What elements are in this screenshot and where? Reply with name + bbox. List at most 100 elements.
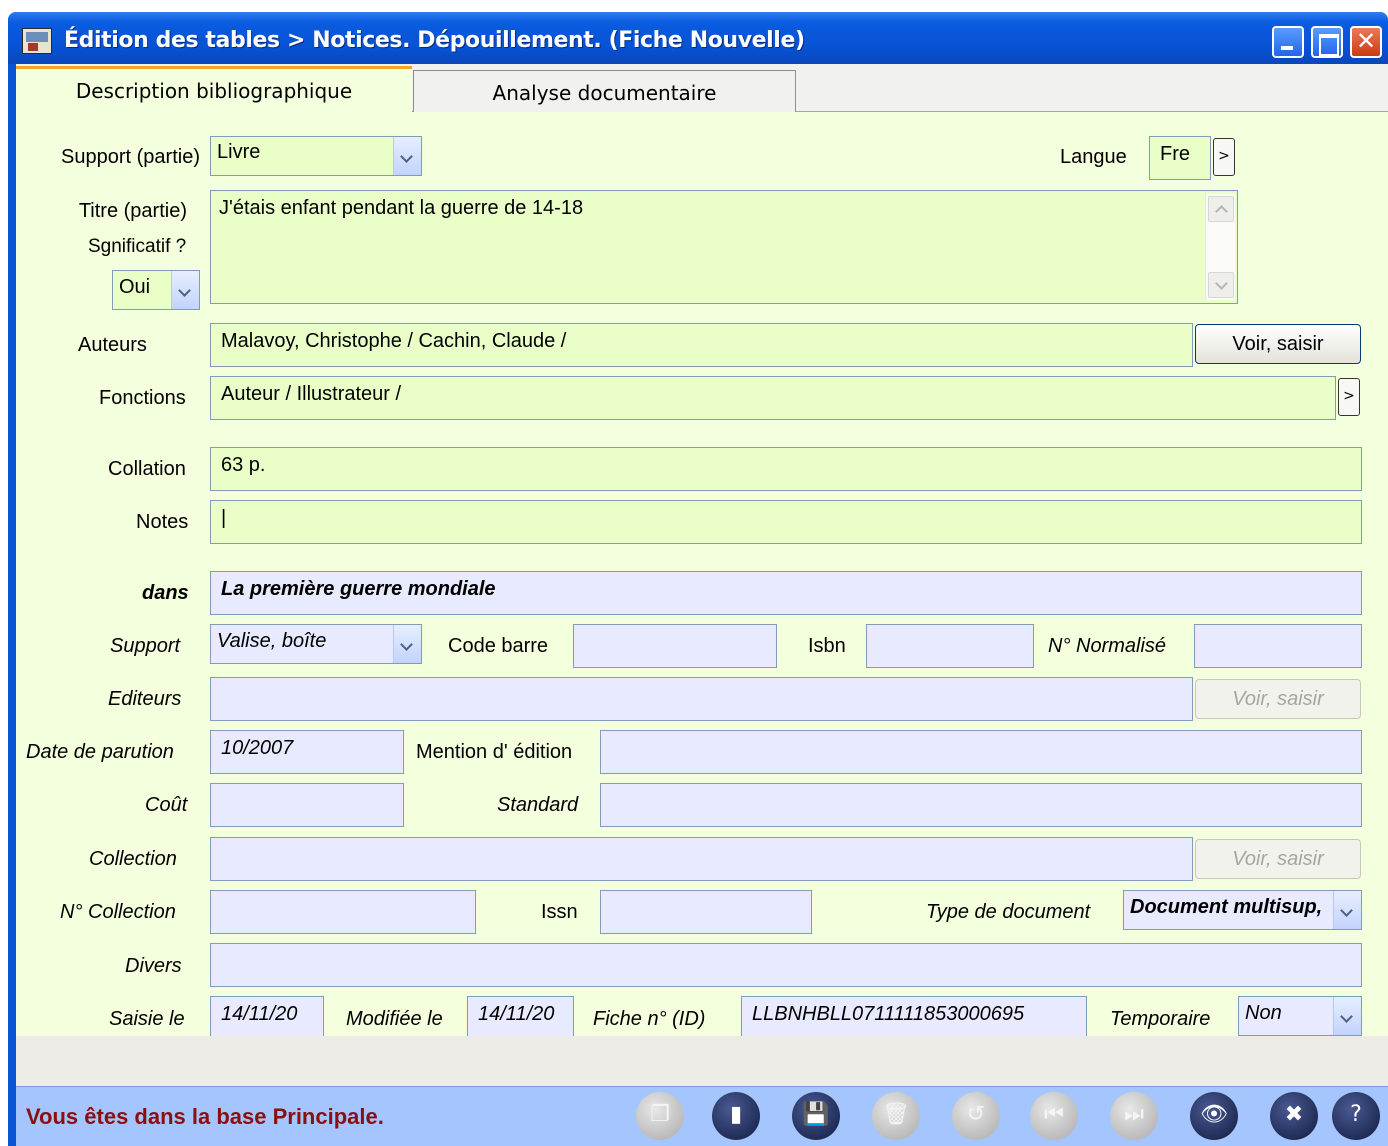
temporaire-label: Temporaire (1110, 1008, 1211, 1030)
fiche-id-label: Fiche n° (ID) (593, 1008, 706, 1030)
saisie-le-field[interactable]: 14/11/20 (210, 996, 324, 1040)
close-icon: ✕ (1355, 27, 1377, 55)
delete-button[interactable]: 🗑 (872, 1092, 920, 1140)
scroll-up-icon[interactable] (1208, 196, 1234, 222)
modifiee-le-field[interactable]: 14/11/20 (467, 996, 574, 1040)
tab-description-bibliographique[interactable]: Description bibliographique (16, 66, 412, 114)
collation-field[interactable]: 63 p. (210, 447, 1362, 491)
notes-field[interactable]: | (210, 500, 1362, 544)
divers-label: Divers (125, 955, 182, 977)
saisie-le-label: Saisie le (109, 1008, 185, 1030)
undo-icon: ↺ (966, 1102, 986, 1127)
spacer-strip (16, 1036, 1388, 1086)
close-button[interactable]: ✕ (1350, 26, 1382, 58)
fonctions-field[interactable]: Auteur / Illustrateur / (210, 376, 1336, 420)
first-record-icon: ⏮ (1044, 1102, 1064, 1127)
mention-edition-field[interactable] (600, 730, 1362, 774)
undo-button[interactable]: ↺ (952, 1092, 1000, 1140)
preview-icon: 👁 (1200, 1102, 1228, 1127)
support-select[interactable]: Valise, boîte (210, 624, 422, 664)
cancel-icon: ✖ (1284, 1102, 1304, 1127)
fonctions-picker-button[interactable]: > (1338, 378, 1360, 416)
support-partie-label: Support (partie) (61, 146, 200, 168)
first-record-button[interactable]: ⏮ (1030, 1092, 1078, 1140)
app-icon (22, 28, 52, 54)
date-parution-field[interactable]: 10/2007 (210, 730, 404, 774)
support-partie-value: Livre (217, 141, 261, 163)
dans-label: dans (142, 582, 189, 604)
code-barre-label: Code barre (448, 635, 549, 657)
editeurs-voir-saisir-button[interactable]: Voir, saisir (1195, 679, 1361, 719)
chevron-down-icon[interactable] (171, 271, 199, 309)
collation-label: Collation (108, 458, 186, 480)
langue-picker-button[interactable]: > (1213, 138, 1235, 176)
standard-field[interactable] (600, 783, 1362, 827)
new-record-button[interactable]: ▮ (712, 1092, 760, 1140)
fiche-id-field[interactable]: LLBNHBLL0711111853000695 (741, 996, 1087, 1040)
window-title: Édition des tables > Notices. Dépouillem… (64, 28, 805, 53)
chevron-down-icon[interactable] (393, 625, 421, 663)
isbn-field[interactable] (866, 624, 1034, 668)
type-document-label: Type de document (926, 901, 1091, 923)
help-icon: ? (1350, 1102, 1362, 1127)
notes-label: Notes (136, 511, 189, 533)
chevron-down-icon[interactable] (393, 137, 421, 175)
chevron-down-icon[interactable] (1333, 891, 1361, 929)
date-parution-label: Date de parution (26, 741, 174, 763)
tab-analyse-documentaire[interactable]: Analyse documentaire (413, 70, 796, 112)
copy-button[interactable]: ❐ (636, 1092, 684, 1140)
status-message: Vous êtes dans la base Principale. (26, 1104, 384, 1129)
significatif-value: Oui (119, 276, 151, 298)
issn-label: Issn (541, 901, 578, 923)
save-button[interactable]: 💾 (792, 1092, 840, 1140)
modifiee-le-label: Modifiée le (346, 1008, 443, 1030)
scroll-down-icon[interactable] (1208, 272, 1234, 298)
auteurs-field[interactable]: Malavoy, Christophe / Cachin, Claude / (210, 323, 1193, 367)
issn-field[interactable] (600, 890, 812, 934)
next-record-icon: ⏭ (1124, 1102, 1144, 1127)
titre-partie-label: Titre (partie) (78, 200, 187, 222)
editeurs-field[interactable] (210, 677, 1193, 721)
langue-label: Langue (1060, 146, 1127, 168)
minimize-button[interactable] (1272, 26, 1304, 58)
n-collection-field[interactable] (210, 890, 476, 934)
copy-icon: ❐ (650, 1102, 670, 1127)
fonctions-label: Fonctions (99, 387, 186, 409)
significatif-select[interactable]: Oui (112, 270, 200, 310)
chevron-down-icon[interactable] (1333, 997, 1361, 1035)
collection-label: Collection (89, 848, 177, 870)
collection-voir-saisir-button[interactable]: Voir, saisir (1195, 839, 1361, 879)
dans-field[interactable]: La première guerre mondiale (210, 571, 1362, 615)
n-normalise-label: N° Normalisé (1048, 635, 1167, 657)
save-icon: 💾 (802, 1102, 830, 1127)
new-record-icon: ▮ (729, 1102, 743, 1127)
cout-field[interactable] (210, 783, 404, 827)
type-document-value: Document multisup, (1130, 896, 1323, 918)
mention-edition-label: Mention d' édition (416, 741, 573, 763)
titre-partie-textarea[interactable]: J'étais enfant pendant la guerre de 14-1… (210, 190, 1238, 304)
collection-field[interactable] (210, 837, 1193, 881)
auteurs-voir-saisir-button[interactable]: Voir, saisir (1195, 324, 1361, 364)
cancel-button[interactable]: ✖ (1270, 1092, 1318, 1140)
maximize-button[interactable] (1311, 26, 1343, 58)
isbn-label: Isbn (808, 635, 846, 657)
support-value: Valise, boîte (217, 630, 327, 652)
help-button[interactable]: ? (1332, 1092, 1380, 1140)
n-normalise-field[interactable] (1194, 624, 1362, 668)
type-document-select[interactable]: Document multisup, (1123, 890, 1362, 930)
support-partie-select[interactable]: Livre (210, 136, 422, 176)
titre-partie-value: J'étais enfant pendant la guerre de 14-1… (219, 197, 584, 219)
langue-field[interactable]: Fre (1149, 136, 1211, 180)
titre-scrollbar[interactable] (1205, 194, 1235, 300)
editeurs-label: Editeurs (108, 688, 182, 710)
code-barre-field[interactable] (573, 624, 777, 668)
title-bar[interactable]: Édition des tables > Notices. Dépouillem… (8, 12, 1388, 64)
preview-button[interactable]: 👁 (1190, 1092, 1238, 1140)
next-record-button[interactable]: ⏭ (1110, 1092, 1158, 1140)
support-label: Support (110, 635, 181, 657)
cout-label: Coût (145, 794, 188, 816)
divers-field[interactable] (210, 943, 1362, 987)
temporaire-select[interactable]: Non (1238, 996, 1362, 1036)
significatif-label: Sgnificatif ? (88, 236, 187, 257)
n-collection-label: N° Collection (60, 901, 176, 923)
